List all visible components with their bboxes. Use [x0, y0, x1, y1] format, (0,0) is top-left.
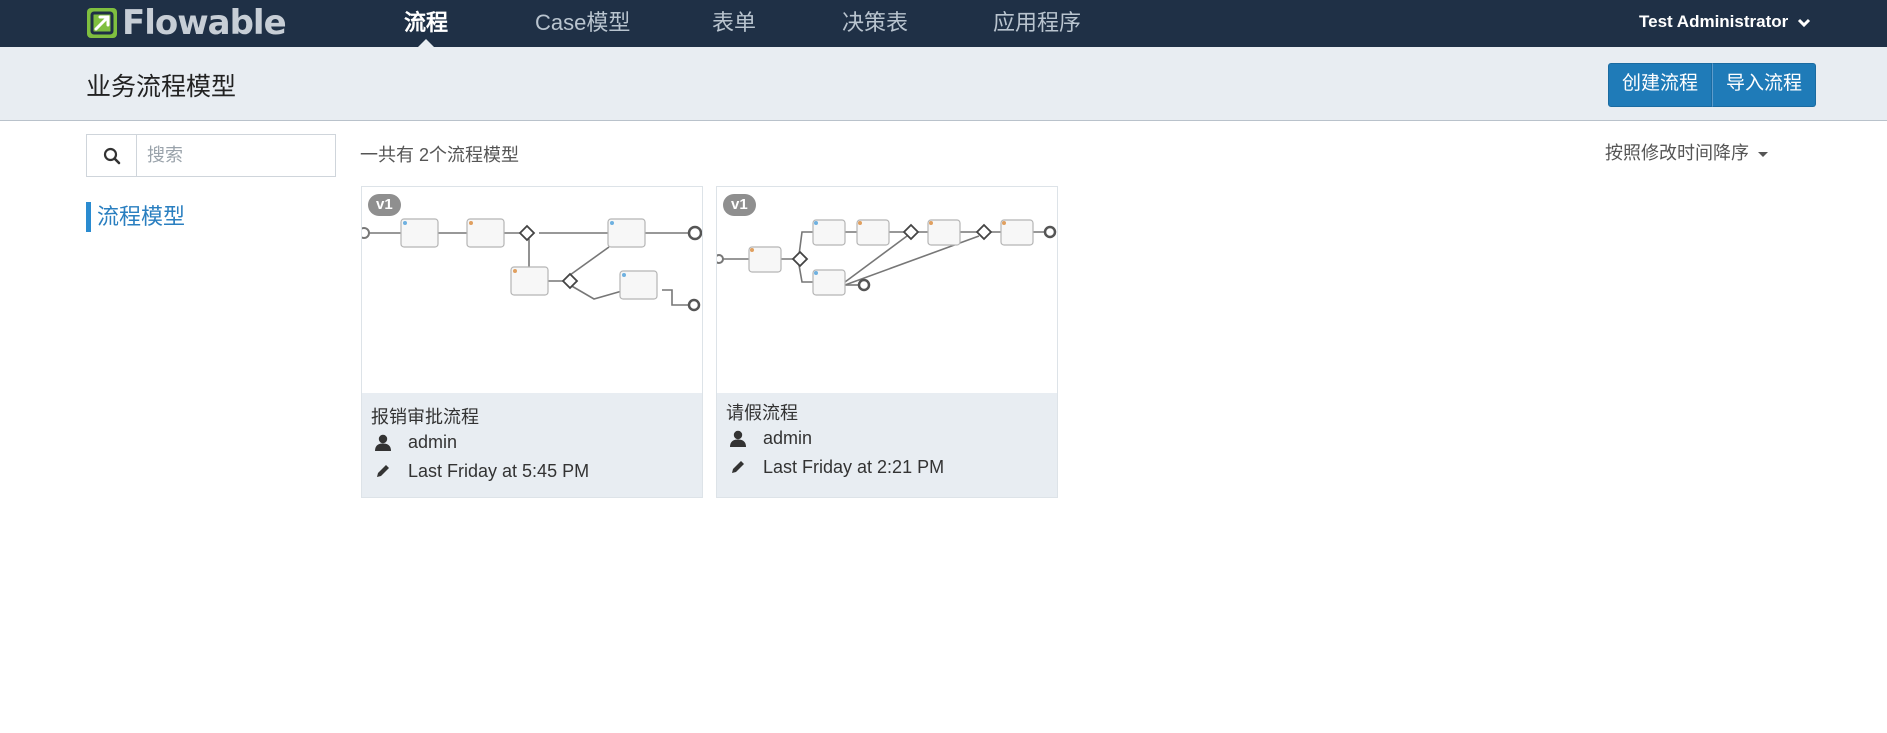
process-diagram-thumbnail: v1 — [717, 187, 1057, 393]
logo-text: Flowable — [122, 3, 287, 43]
card-title: 请假流程 — [726, 403, 798, 423]
process-model-card[interactable]: v1 请假流程 admin Last Friday at 2:21 PM — [716, 186, 1058, 498]
nav-tab-apps[interactable]: 应用程序 — [993, 0, 1081, 47]
caret-down-icon — [1758, 151, 1768, 157]
search-box — [86, 134, 336, 177]
search-input[interactable] — [137, 135, 329, 176]
chevron-down-icon — [1797, 18, 1811, 27]
nav-tab-label: 流程 — [404, 10, 449, 35]
user-icon — [375, 434, 391, 451]
sort-dropdown[interactable]: 按照修改时间降序 — [1605, 139, 1768, 165]
bpmn-diagram — [717, 219, 1057, 296]
search-icon-wrap — [87, 135, 137, 176]
header-button-group: 创建流程 导入流程 — [1607, 63, 1816, 107]
nav-tab-processes[interactable]: 流程 — [404, 0, 449, 48]
user-icon — [730, 430, 746, 447]
card-title: 报销审批流程 — [371, 407, 479, 427]
search-icon — [103, 147, 120, 164]
card-footer: 报销审批流程 admin Last Friday at 5:45 PM — [362, 393, 702, 497]
card-author-row: admin — [375, 431, 457, 453]
nav-tab-forms[interactable]: 表单 — [712, 0, 756, 47]
card-footer: 请假流程 admin Last Friday at 2:21 PM — [717, 393, 1057, 497]
model-count: 一共有 2个流程模型 — [360, 145, 520, 165]
card-modified-time: Last Friday at 2:21 PM — [763, 456, 945, 477]
user-name: Test Administrator — [1639, 12, 1789, 31]
top-navbar: Flowable 流程 Case模型 表单 决策表 应用程序 Test Admi… — [0, 0, 1887, 48]
page-title: 业务流程模型 — [86, 73, 237, 101]
version-badge: v1 — [723, 194, 756, 216]
page-header: 业务流程模型 创建流程 导入流程 — [0, 47, 1887, 121]
pencil-icon — [377, 465, 389, 477]
card-author: admin — [408, 431, 458, 452]
card-modified-time: Last Friday at 5:45 PM — [408, 460, 590, 481]
version-badge: v1 — [368, 194, 401, 216]
user-menu[interactable]: Test Administrator — [1639, 0, 1811, 45]
sidebar-item-process-models[interactable]: 流程模型 — [86, 202, 185, 232]
bpmn-diagram — [362, 218, 702, 312]
create-process-button[interactable]: 创建流程 — [1607, 63, 1712, 107]
sort-label: 按照修改时间降序 — [1604, 143, 1749, 163]
flowable-logo-icon — [87, 8, 117, 38]
flowable-logo[interactable]: Flowable — [86, 3, 287, 43]
card-modified-row: Last Friday at 5:45 PM — [375, 460, 589, 482]
process-diagram-thumbnail: v1 — [362, 187, 702, 393]
nav-tab-decision-tables[interactable]: 决策表 — [842, 0, 908, 47]
process-model-card[interactable]: v1 报销审批流程 admin Last Friday at 5:45 PM — [361, 186, 703, 498]
card-author-row: admin — [730, 427, 812, 449]
import-process-button[interactable]: 导入流程 — [1711, 63, 1816, 107]
nav-tab-case-models[interactable]: Case模型 — [535, 0, 630, 47]
pencil-icon — [732, 461, 744, 473]
card-modified-row: Last Friday at 2:21 PM — [730, 456, 944, 478]
card-author: admin — [763, 427, 813, 448]
